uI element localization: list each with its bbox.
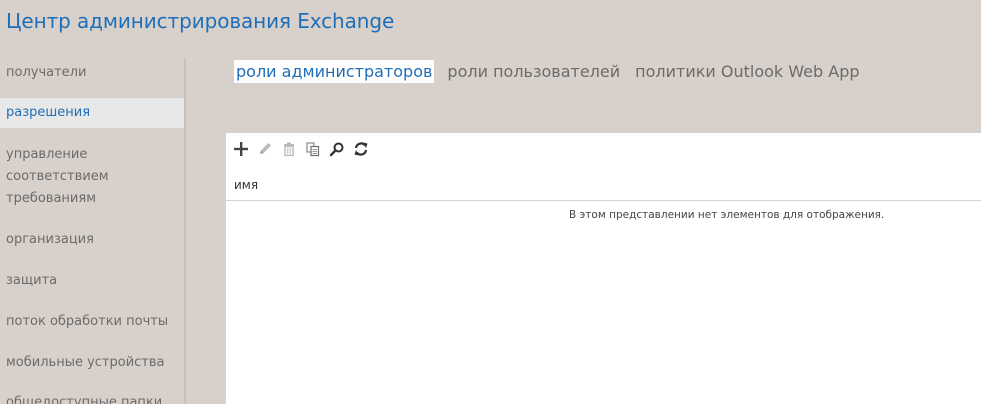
search-icon [329, 142, 344, 157]
sidebar-nav: получатели разрешения управление соответ… [0, 55, 186, 404]
content-panel: имя В этом представлении нет элементов д… [226, 133, 981, 404]
refresh-icon [354, 142, 368, 156]
sidebar-item-recipients[interactable]: получатели [0, 62, 186, 84]
tab-admin-roles[interactable]: роли администраторов [234, 60, 435, 83]
refresh-button[interactable] [349, 139, 373, 159]
column-header-name[interactable]: имя [234, 178, 258, 192]
copy-icon [306, 142, 320, 157]
sidebar-item-organization[interactable]: организация [0, 229, 186, 251]
sidebar-item-protection[interactable]: защита [0, 270, 186, 292]
empty-list-message: В этом представлении нет элементов для о… [569, 209, 885, 221]
table-header: имя [226, 173, 981, 201]
sidebar-divider [184, 58, 186, 404]
sidebar-item-mail-flow[interactable]: поток обработки почты [0, 311, 186, 333]
app-title: Центр администрирования Exchange [6, 9, 395, 33]
tab-owa-policies[interactable]: политики Outlook Web App [633, 60, 861, 83]
tab-bar: роли администраторов роли пользователей по… [234, 60, 873, 86]
search-button[interactable] [325, 139, 349, 159]
toolbar [229, 139, 373, 159]
tab-user-roles[interactable]: роли пользователей [445, 60, 622, 83]
add-icon [234, 142, 248, 156]
edit-button[interactable] [253, 139, 277, 159]
delete-button[interactable] [277, 139, 301, 159]
sidebar-item-compliance-management[interactable]: управление соответствием требованиям [0, 144, 130, 210]
sidebar-item-public-folders[interactable]: общедоступные папки [0, 392, 186, 404]
edit-icon [260, 143, 271, 154]
sidebar-item-permissions[interactable]: разрешения [0, 98, 186, 128]
copy-button[interactable] [301, 139, 325, 159]
add-button[interactable] [229, 139, 253, 159]
delete-icon [284, 142, 294, 157]
sidebar-item-mobile[interactable]: мобильные устройства [0, 352, 186, 374]
